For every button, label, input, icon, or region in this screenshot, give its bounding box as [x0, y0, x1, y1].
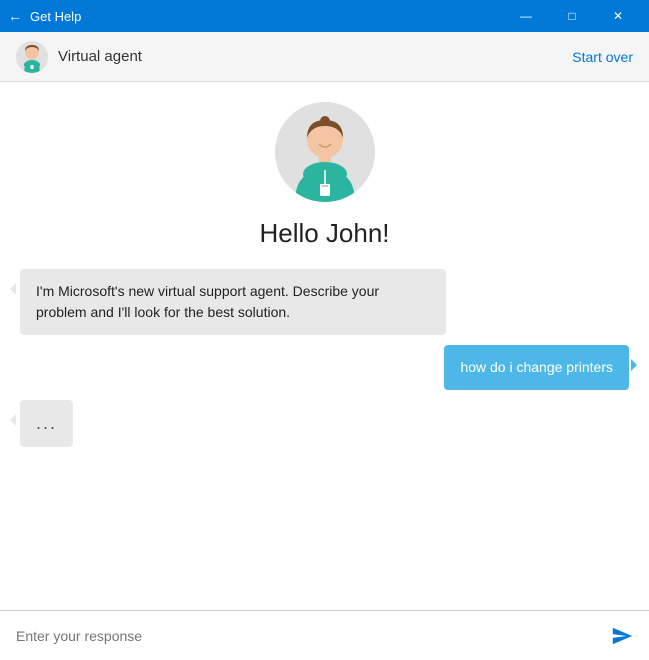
close-button[interactable]: ✕	[595, 0, 641, 32]
chat-area: Hello John! I'm Microsoft's new virtual …	[0, 82, 649, 610]
response-input[interactable]	[16, 628, 611, 644]
user-message-bubble: how do i change printers	[444, 345, 629, 390]
agent-avatar-large	[275, 102, 375, 202]
minimize-button[interactable]: —	[503, 0, 549, 32]
typing-indicator-row: ...	[20, 400, 629, 447]
agent-message-row: I'm Microsoft's new virtual support agen…	[20, 269, 629, 335]
title-bar-controls: — □ ✕	[503, 0, 641, 32]
messages-container: I'm Microsoft's new virtual support agen…	[20, 269, 629, 447]
input-area	[0, 610, 649, 660]
title-bar: ← Get Help — □ ✕	[0, 0, 649, 32]
agent-avatar-icon	[16, 41, 48, 73]
start-over-button[interactable]: Start over	[572, 49, 633, 65]
user-message-row: how do i change printers	[20, 345, 629, 390]
agent-avatar-large-icon	[275, 102, 375, 202]
back-button[interactable]: ←	[8, 8, 22, 24]
title-bar-left: ← Get Help	[8, 8, 503, 24]
send-icon	[611, 625, 633, 647]
agent-name-label: Virtual agent	[58, 48, 572, 65]
maximize-button[interactable]: □	[549, 0, 595, 32]
agent-avatar-small	[16, 41, 48, 73]
title-bar-title: Get Help	[30, 9, 81, 24]
app-header: Virtual agent Start over	[0, 32, 649, 82]
greeting-text: Hello John!	[259, 218, 389, 249]
send-button[interactable]	[611, 625, 633, 647]
typing-indicator-bubble: ...	[20, 400, 73, 447]
agent-message-bubble: I'm Microsoft's new virtual support agen…	[20, 269, 446, 335]
